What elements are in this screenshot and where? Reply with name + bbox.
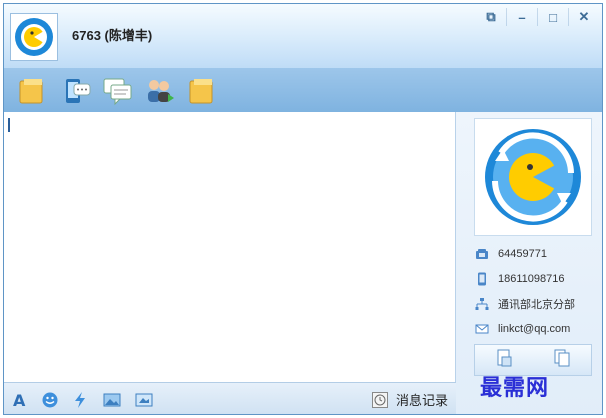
toolbar — [4, 68, 602, 112]
copy-document-icon[interactable] — [552, 348, 572, 373]
file-folder-icon[interactable] — [186, 76, 218, 106]
mobile-row: 18611098716 — [474, 271, 564, 287]
minimize-button[interactable]: – — [506, 8, 537, 26]
history-icon — [371, 391, 388, 408]
contact-large-avatar — [474, 118, 592, 236]
mobile-number: 18611098716 — [498, 273, 565, 285]
contact-title: 6763 (陈增丰) — [72, 28, 153, 43]
history-label: 消息记录 — [395, 393, 448, 408]
group-chat-icon[interactable] — [102, 76, 134, 106]
text-cursor — [8, 118, 10, 132]
restore-small-icon[interactable]: ⧉ — [476, 8, 506, 26]
add-contacts-icon[interactable] — [144, 76, 176, 106]
mobile-phone-icon — [474, 271, 490, 287]
department-name: 通讯部北京分部 — [498, 299, 575, 311]
input-toolbar: A 消息记录 — [4, 382, 456, 414]
title-bar[interactable]: 6763 (陈增丰) ⧉ – □ ✕ — [4, 4, 602, 68]
window-controls: ⧉ – □ ✕ — [476, 8, 599, 26]
close-button[interactable]: ✕ — [568, 8, 599, 26]
telephone-icon — [474, 246, 490, 262]
send-file-icon[interactable] — [494, 348, 514, 373]
department-row: 通讯部北京分部 — [474, 296, 575, 312]
emoji-icon[interactable] — [40, 390, 60, 410]
image-icon[interactable] — [102, 390, 122, 410]
contact-avatar[interactable] — [10, 13, 58, 61]
phone-row: 64459771 — [474, 246, 547, 262]
folder-icon[interactable] — [16, 76, 48, 106]
svg-text:A: A — [13, 391, 26, 409]
font-icon[interactable]: A — [10, 390, 30, 410]
maximize-button[interactable]: □ — [537, 8, 568, 26]
message-history-button[interactable]: 消息记录 — [371, 390, 448, 409]
phone-number: 64459771 — [498, 248, 547, 260]
chat-window: 6763 (陈增丰) ⧉ – □ ✕ A 消息记录 64459771 18611… — [3, 3, 603, 415]
message-display-area[interactable] — [4, 112, 456, 382]
email-row: linkct@qq.com — [474, 321, 570, 337]
org-tree-icon — [474, 296, 490, 312]
watermark-logo: 最需网 — [480, 375, 550, 401]
email-icon — [474, 321, 490, 337]
phone-chat-icon[interactable] — [62, 76, 94, 106]
email-address: linkct@qq.com — [498, 323, 571, 335]
nudge-icon[interactable] — [70, 390, 90, 410]
screenshot-icon[interactable] — [134, 390, 154, 410]
